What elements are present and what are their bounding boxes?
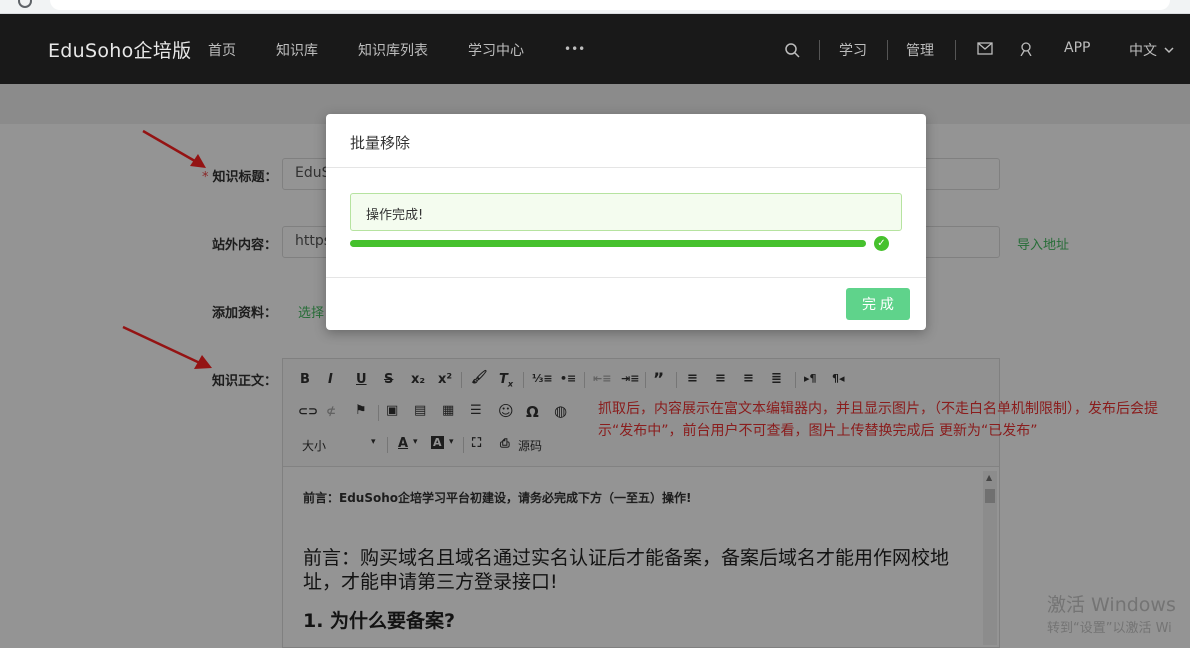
nav-more[interactable]: ••• xyxy=(564,42,585,56)
chevron-down-icon xyxy=(1164,47,1174,54)
batch-remove-dialog: 批量移除 操作完成! ✓ 完 成 xyxy=(326,114,926,330)
search-icon[interactable] xyxy=(785,43,800,58)
progress-fill xyxy=(350,240,866,247)
nav-study[interactable]: 学习 xyxy=(839,40,867,60)
address-bar[interactable] xyxy=(50,0,1170,10)
brand-logo[interactable]: EduSoho企培版 xyxy=(48,36,191,63)
nav-language[interactable]: 中文 xyxy=(1129,40,1157,60)
reload-icon[interactable] xyxy=(18,0,32,8)
dialog-title: 批量移除 xyxy=(350,134,411,152)
nav-knowledge-list[interactable]: 知识库列表 xyxy=(358,40,428,60)
done-button[interactable]: 完 成 xyxy=(846,288,910,320)
success-alert: 操作完成! xyxy=(350,193,902,231)
nav-home[interactable]: 首页 xyxy=(208,40,236,60)
check-circle-icon: ✓ xyxy=(874,236,889,251)
nav-admin[interactable]: 管理 xyxy=(906,40,934,60)
nav-app[interactable]: APP xyxy=(1064,40,1090,56)
nav-knowledge-base[interactable]: 知识库 xyxy=(276,40,318,60)
top-navigation: EduSoho企培版 首页 知识库 知识库列表 学习中心 ••• 学习 管理 A… xyxy=(0,14,1190,84)
mail-icon[interactable] xyxy=(977,42,993,55)
dialog-header: 批量移除 xyxy=(326,114,926,168)
user-icon[interactable] xyxy=(1019,42,1033,56)
progress-bar xyxy=(350,240,866,247)
dialog-footer xyxy=(326,277,926,330)
browser-address-strip xyxy=(0,0,1190,14)
nav-learning-center[interactable]: 学习中心 xyxy=(468,40,524,60)
